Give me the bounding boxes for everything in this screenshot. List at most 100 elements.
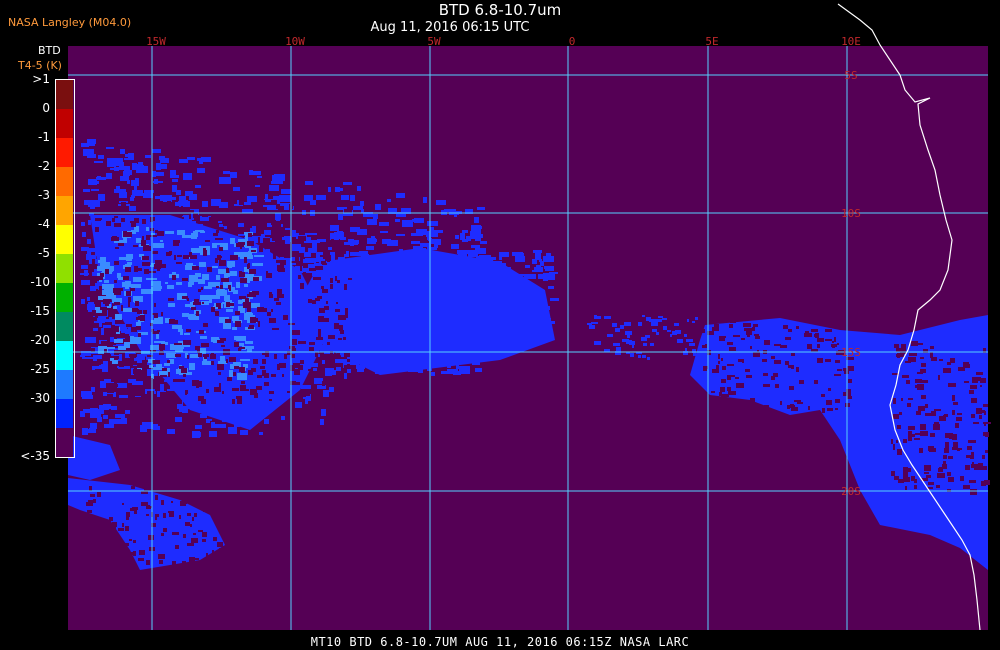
cloud-patch [933,424,940,430]
cloud-patch [915,379,922,383]
cloud-patch [191,538,198,543]
cloud-patch [532,270,543,272]
cloud-patch [338,338,342,340]
cloud-patch [137,363,143,367]
colorbar-swatch [56,341,73,370]
cloud-patch [90,204,95,209]
cloud-patch [200,295,209,300]
cloud-patch [686,339,693,342]
cloud-patch [944,448,949,453]
cloud-patch [219,202,228,208]
cloud-patch [304,195,313,201]
cloud-patch [978,463,983,469]
cloud-patch [326,301,328,304]
cloud-patch [179,515,181,519]
cloud-patch [247,347,252,352]
colorbar-swatch [56,196,73,225]
cloud-patch [322,360,325,364]
cloud-patch [224,226,227,229]
cloud-patch [203,323,208,327]
cloud-patch [687,319,689,322]
cloud-patch [115,208,119,211]
cloud-patch [701,320,706,323]
cloud-patch [344,209,352,213]
cloud-patch [357,367,364,372]
cloud-patch [896,440,898,443]
cloud-patch [178,327,181,332]
cloud-patch [241,369,245,373]
cloud-patch [193,213,198,218]
cloud-patch [754,334,759,336]
colorbar-swatch [56,225,73,254]
cloud-patch [175,417,182,422]
cloud-patch [104,284,114,290]
colorbar-units: T4-5 (K) [18,59,62,72]
cloud-patch [228,427,237,434]
cloud-patch [177,255,182,257]
cloud-patch [150,345,159,350]
cloud-patch [952,395,955,401]
cloud-patch [218,361,227,364]
cloud-patch [219,317,226,323]
cloud-patch [980,385,982,387]
cloud-patch [212,243,221,245]
cloud-patch [114,167,119,171]
cloud-patch [596,316,601,319]
cloud-patch [83,149,94,156]
cloud-patch [280,203,290,206]
cloud-patch [168,303,175,307]
cloud-patch [91,348,95,352]
cloud-patch [909,353,917,356]
cloud-patch [132,357,134,361]
cloud-patch [475,368,482,372]
cloud-patch [948,456,953,459]
cloud-patch [467,238,471,241]
cloud-patch [897,425,901,429]
cloud-patch [336,367,341,371]
colorbar-swatch [56,283,73,312]
cloud-patch [226,268,229,273]
cloud-patch [396,234,405,236]
cloud-patch [189,363,195,370]
cloud-patch [94,161,103,163]
cloud-patch [273,196,282,199]
cloud-patch [957,448,960,451]
cloud-patch [138,558,144,561]
cloud-patch [126,324,132,327]
cloud-patch [773,373,778,377]
cloud-patch [744,328,752,331]
cloud-patch [916,411,921,415]
cloud-patch [737,402,740,405]
cloud-patch [119,354,122,359]
cloud-patch [658,316,663,318]
cloud-patch [741,338,745,340]
cloud-patch [172,179,178,182]
cloud-patch [911,341,918,346]
cloud-patch [262,208,264,211]
cloud-patch [161,312,163,316]
cloud-patch [180,400,182,404]
cloud-patch [411,241,420,244]
cloud-patch [298,228,305,231]
cloud-patch [616,347,621,351]
cloud-patch [239,200,244,205]
cloud-patch [269,399,272,401]
cloud-patch [112,236,117,241]
cloud-patch [92,317,97,321]
cloud-patch [186,329,191,332]
cloud-patch [105,532,111,537]
cloud-patch [926,475,931,478]
cloud-patch [190,354,199,358]
cloud-patch [216,303,221,307]
cloud-patch [298,341,306,344]
cloud-patch [105,300,109,306]
cloud-patch [446,209,452,211]
cloud-patch [701,402,708,405]
cloud-patch [338,188,343,191]
cloud-patch [125,281,131,287]
cloud-patch [169,197,176,200]
cloud-patch [981,481,986,486]
cloud-patch [97,541,101,546]
cloud-patch [99,286,102,290]
cloud-patch [134,510,137,514]
